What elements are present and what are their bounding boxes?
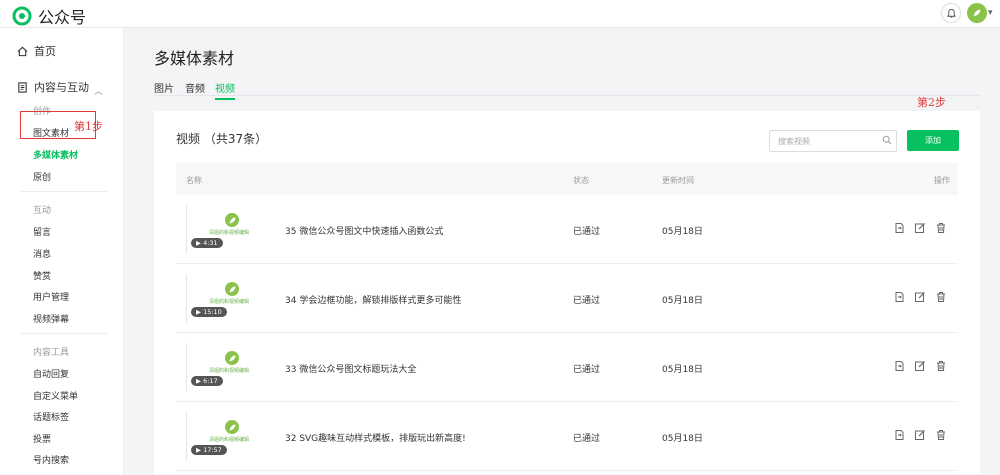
wechat-mp-logo-icon — [12, 6, 32, 26]
video-duration: ▶ 4:31 — [191, 238, 223, 248]
video-list-card: 视频 （共37条） 添加 名称 状态 更新时间 操作 清姐的和视频编辑 ▶ 4:… — [154, 111, 980, 475]
document-icon — [18, 81, 27, 93]
sidebar-item-original[interactable]: 原创 — [33, 170, 51, 183]
tab-audio[interactable]: 音频 — [185, 80, 205, 95]
edit-icon[interactable] — [914, 429, 926, 441]
trash-icon[interactable] — [935, 429, 947, 441]
video-title[interactable]: 35 微信公众号图文中快速插入函数公式 — [285, 224, 443, 237]
trash-icon[interactable] — [935, 360, 947, 372]
video-duration: ▶ 6:17 — [191, 376, 223, 386]
trash-icon[interactable] — [935, 291, 947, 303]
notification-button[interactable] — [941, 3, 961, 23]
chevron-down-icon[interactable]: ▾ — [988, 8, 993, 18]
sidebar-divider — [20, 191, 108, 192]
update-date: 05月18日 — [662, 365, 703, 375]
update-date: 05月18日 — [662, 296, 703, 306]
sidebar-item-comments[interactable]: 留言 — [33, 225, 51, 238]
leaf-avatar-icon — [973, 9, 981, 17]
thumbnail-brand-text: 清姐的和视频编辑 — [209, 230, 250, 236]
table-row[interactable]: 清姐的和视频编辑 ▶ 15:10 34 学会边框功能，解锁排版样式更多可能性 已… — [176, 264, 958, 333]
row-actions — [893, 291, 947, 303]
leaf-logo-icon — [225, 282, 239, 296]
trash-icon[interactable] — [935, 222, 947, 234]
share-doc-icon[interactable] — [893, 429, 905, 441]
row-actions — [893, 222, 947, 234]
sidebar-item-topic-tags[interactable]: 话题标签 — [33, 410, 69, 423]
status-text: 已通过 — [573, 296, 601, 306]
thumbnail-brand-text: 清姐的和视频编辑 — [209, 368, 250, 374]
share-doc-icon[interactable] — [893, 291, 905, 303]
sidebar-item-video-danmaku[interactable]: 视频弹幕 — [33, 312, 69, 325]
app-title: 公众号 — [38, 8, 87, 27]
video-thumbnail[interactable]: 清姐的和视频编辑 ▶ 15:10 — [186, 274, 274, 323]
annotation-step1-label: 第1步 — [74, 120, 103, 133]
video-title[interactable]: 32 SVG趣味互动样式模板，排版玩出新高度! — [285, 431, 466, 444]
leaf-logo-icon — [225, 420, 239, 434]
sidebar-item-vote[interactable]: 投票 — [33, 432, 51, 445]
video-thumbnail[interactable]: 清姐的和视频编辑 ▶ 6:17 — [186, 343, 274, 392]
share-doc-icon[interactable] — [893, 360, 905, 372]
sidebar-section-content[interactable]: 内容与互动 — [17, 79, 89, 95]
status-text: 已通过 — [573, 227, 601, 237]
video-title[interactable]: 34 学会边框功能，解锁排版样式更多可能性 — [285, 293, 461, 306]
sidebar-item-label: 首页 — [34, 45, 56, 58]
column-header-actions: 操作 — [934, 176, 950, 185]
status-text: 已通过 — [573, 434, 601, 444]
thumbnail-brand-text: 清姐的和视频编辑 — [209, 299, 250, 305]
column-header-name: 名称 — [186, 176, 202, 185]
leaf-logo-icon — [225, 351, 239, 365]
video-duration: ▶ 17:57 — [191, 445, 227, 455]
sidebar-category-interact: 互动 — [33, 206, 52, 216]
app-logo[interactable]: 公众号 — [12, 4, 86, 28]
status-text: 已通过 — [573, 365, 601, 375]
column-header-status: 状态 — [573, 176, 589, 185]
leaf-logo-icon — [225, 213, 239, 227]
table-header: 名称 状态 更新时间 操作 — [176, 163, 958, 195]
annotation-step2-label: 第2步 — [917, 96, 946, 109]
chevron-up-icon[interactable]: ︿ — [94, 84, 103, 97]
sidebar-item-in-account-search[interactable]: 号内搜索 — [33, 453, 69, 466]
sidebar-item-custom-menu[interactable]: 自定义菜单 — [33, 389, 78, 402]
home-icon — [17, 46, 28, 56]
share-doc-icon[interactable] — [893, 222, 905, 234]
update-date: 05月18日 — [662, 227, 703, 237]
page-title: 多媒体素材 — [154, 49, 235, 68]
tab-video[interactable]: 视频 — [215, 80, 235, 100]
edit-icon[interactable] — [914, 291, 926, 303]
sidebar-divider — [20, 333, 108, 334]
bell-icon — [946, 8, 956, 18]
sidebar: 首页 内容与互动 ︿ 创作 图文素材 多媒体素材 原创 互动 留言 消息 赞赏 … — [0, 28, 124, 475]
sidebar-item-auto-reply[interactable]: 自动回复 — [33, 367, 69, 380]
sidebar-item-multimedia-material[interactable]: 多媒体素材 — [33, 148, 78, 161]
search-icon[interactable] — [882, 135, 892, 145]
row-actions — [893, 360, 947, 372]
tab-bar: 图片 音频 视频 — [154, 78, 980, 100]
video-title[interactable]: 33 微信公众号图文标题玩法大全 — [285, 362, 416, 375]
edit-icon[interactable] — [914, 360, 926, 372]
table-row[interactable]: 清姐的和视频编辑 ▶ 4:31 35 微信公众号图文中快速插入函数公式 已通过 … — [176, 195, 958, 264]
video-duration: ▶ 15:10 — [191, 307, 227, 317]
thumbnail-brand-text: 清姐的和视频编辑 — [209, 437, 250, 443]
sidebar-category-tools: 内容工具 — [33, 348, 70, 358]
user-avatar[interactable] — [967, 3, 987, 23]
column-header-updated: 更新时间 — [662, 176, 694, 185]
tab-images[interactable]: 图片 — [154, 80, 174, 95]
sidebar-item-messages[interactable]: 消息 — [33, 247, 51, 260]
search-input[interactable] — [769, 130, 897, 152]
row-actions — [893, 429, 947, 441]
video-thumbnail[interactable]: 清姐的和视频编辑 ▶ 4:31 — [186, 205, 274, 254]
sidebar-item-reward[interactable]: 赞赏 — [33, 269, 51, 282]
sidebar-section-label: 内容与互动 — [34, 81, 89, 94]
edit-icon[interactable] — [914, 222, 926, 234]
sidebar-item-user-management[interactable]: 用户管理 — [33, 290, 69, 303]
top-bar: 公众号 ▾ — [0, 0, 1000, 28]
update-date: 05月18日 — [662, 434, 703, 444]
video-thumbnail[interactable]: 清姐的和视频编辑 ▶ 17:57 — [186, 412, 274, 461]
card-title: 视频 （共37条） — [176, 132, 268, 146]
sidebar-item-home[interactable]: 首页 — [17, 43, 56, 59]
table-row[interactable]: 清姐的和视频编辑 ▶ 17:57 32 SVG趣味互动样式模板，排版玩出新高度!… — [176, 402, 958, 471]
table-row[interactable]: 清姐的和视频编辑 ▶ 6:17 33 微信公众号图文标题玩法大全 已通过 05月… — [176, 333, 958, 402]
add-button[interactable]: 添加 — [907, 130, 959, 151]
